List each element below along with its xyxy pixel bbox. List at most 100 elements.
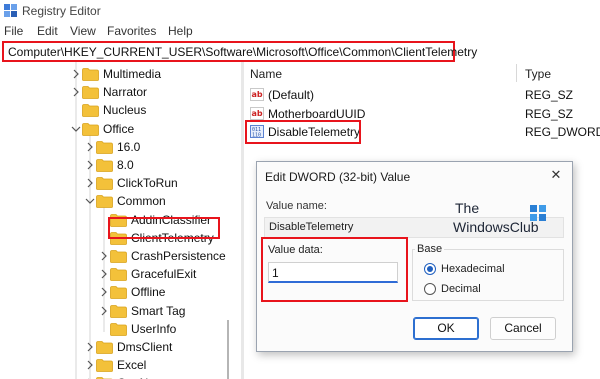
decimal-label[interactable]: Decimal	[441, 283, 481, 295]
selected-key-highlight	[108, 217, 220, 239]
address-path: Computer\HKEY_CURRENT_USER\Software\Micr…	[8, 45, 478, 59]
menu-file[interactable]: File	[4, 24, 23, 38]
tree-item[interactable]: Multimedia	[70, 65, 161, 83]
dialog-title: Edit DWORD (32-bit) Value	[265, 170, 411, 184]
chevron-right-icon[interactable]	[70, 86, 82, 98]
folder-icon	[110, 322, 127, 336]
value-name: MotherboardUUID	[268, 107, 366, 121]
tree-item-label: Excel	[117, 358, 147, 372]
chevron-right-icon[interactable]	[84, 159, 96, 171]
base-label: Base	[415, 243, 445, 255]
menu-help[interactable]: Help	[168, 24, 193, 38]
value-name-label: Value name:	[266, 200, 327, 212]
folder-icon	[82, 103, 99, 117]
tree-item[interactable]: Excel	[84, 356, 146, 374]
tree-item-label: Multimedia	[103, 67, 162, 81]
tree-item-label: GracefulExit	[131, 267, 197, 281]
folder-icon	[96, 176, 113, 190]
tree-item-label: 8.0	[117, 158, 134, 172]
menu-favorites[interactable]: Favorites	[107, 24, 156, 38]
windowsclub-logo-icon	[530, 205, 546, 221]
tree-item-label: UserInfo	[131, 322, 177, 336]
tree-item[interactable]: Office	[70, 120, 134, 138]
tree-item[interactable]: UserInfo	[98, 320, 176, 338]
menu-view[interactable]: View	[70, 24, 96, 38]
tree-item[interactable]: 16.0	[84, 138, 140, 156]
ok-button[interactable]: OK	[413, 317, 479, 340]
tree-item-label: Smart Tag	[131, 304, 186, 318]
address-bar[interactable]: Computer\HKEY_CURRENT_USER\Software\Micr…	[2, 41, 477, 62]
chevron-down-icon[interactable]	[84, 195, 96, 207]
menu-bar: File Edit View Favorites Help	[0, 22, 600, 40]
tree-item-label: Office	[103, 122, 135, 136]
chevron-down-icon[interactable]	[70, 123, 82, 135]
tree-item-label: 16.0	[117, 140, 141, 154]
value-data-group: Value data: 1	[261, 237, 408, 302]
tree-item-label: ClickToRun	[117, 176, 178, 190]
folder-icon	[96, 158, 113, 172]
tree-item-label: CrashPersistence	[131, 249, 226, 263]
chevron-right-icon[interactable]	[84, 177, 96, 189]
folder-icon	[96, 340, 113, 354]
window-title: Registry Editor	[22, 4, 101, 18]
title-bar: Registry Editor	[0, 0, 600, 22]
tree-item[interactable]: 8.0	[84, 156, 134, 174]
tree-item[interactable]: ClickToRun	[84, 174, 178, 192]
hexadecimal-radio[interactable]	[424, 263, 436, 275]
tree-spacer	[98, 323, 110, 335]
folder-icon	[96, 358, 113, 372]
folder-icon	[82, 67, 99, 81]
watermark-line2: WindowsClub	[453, 219, 539, 235]
folder-icon	[110, 267, 127, 281]
column-divider[interactable]	[516, 64, 517, 82]
value-data-input[interactable]: 1	[268, 262, 398, 283]
chevron-right-icon[interactable]	[98, 250, 110, 262]
tree-item[interactable]: DmsClient	[84, 338, 172, 356]
tree-item[interactable]: Smart Tag	[98, 302, 185, 320]
column-header-name[interactable]: Name	[250, 67, 282, 81]
tree-item-label: Common	[117, 194, 166, 208]
folder-icon	[110, 285, 127, 299]
tree-item[interactable]: Narrator	[70, 83, 147, 101]
chevron-right-icon[interactable]	[84, 141, 96, 153]
folder-icon	[96, 140, 113, 154]
watermark-line1: The	[455, 200, 480, 216]
tree-item[interactable]: CrashPersistence	[98, 247, 226, 265]
column-header-type[interactable]: Type	[525, 67, 551, 81]
tree-item[interactable]: Common	[84, 192, 166, 210]
cancel-button[interactable]: Cancel	[490, 317, 556, 340]
chevron-right-icon[interactable]	[84, 359, 96, 371]
chevron-right-icon[interactable]	[98, 305, 110, 317]
chevron-right-icon[interactable]	[98, 268, 110, 280]
tree-item[interactable]: GracefulExit	[98, 265, 196, 283]
value-row[interactable]: ab (Default) REG_SZ	[244, 86, 600, 104]
string-value-icon: ab	[250, 88, 264, 101]
string-value-icon: ab	[250, 107, 264, 120]
menu-edit[interactable]: Edit	[37, 24, 58, 38]
edit-dword-dialog: Edit DWORD (32-bit) Value ✕ Value name: …	[256, 161, 573, 352]
value-type: REG_SZ	[525, 107, 574, 121]
chevron-right-icon[interactable]	[84, 341, 96, 353]
hexadecimal-label[interactable]: Hexadecimal	[441, 263, 505, 275]
folder-icon	[82, 85, 99, 99]
tree-item[interactable]: Offline	[98, 283, 165, 301]
tree-item[interactable]: Nucleus	[70, 101, 146, 119]
folder-icon	[110, 304, 127, 318]
tree-item[interactable]: OneNote	[84, 374, 165, 379]
chevron-right-icon[interactable]	[98, 286, 110, 298]
windowsclub-watermark: The WindowsClub	[453, 200, 553, 240]
folder-icon	[110, 249, 127, 263]
folder-icon	[82, 122, 99, 136]
tree-spacer	[70, 104, 82, 116]
chevron-right-icon[interactable]	[70, 68, 82, 80]
registry-editor-icon	[4, 4, 17, 17]
folder-icon	[96, 194, 113, 208]
base-group	[412, 249, 564, 301]
tree-item-label: Offline	[131, 285, 166, 299]
tree-item-label: DmsClient	[117, 340, 173, 354]
disable-telemetry-highlight	[245, 120, 361, 144]
close-icon[interactable]: ✕	[547, 167, 565, 185]
decimal-radio[interactable]	[424, 283, 436, 295]
value-data-label: Value data:	[268, 244, 323, 256]
value-data-text: 1	[272, 266, 279, 280]
